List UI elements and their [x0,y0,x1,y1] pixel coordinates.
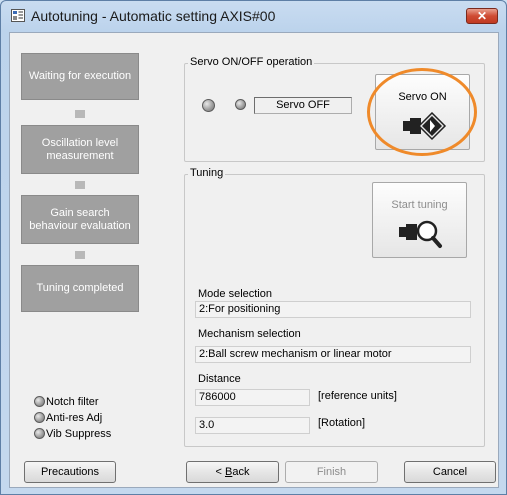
cancel-button[interactable]: Cancel [404,461,496,483]
step-connector [75,251,85,259]
vib-suppress-led [34,427,45,439]
start-tuning-button[interactable]: Start tuning [372,182,467,258]
servo-status-led-2 [235,99,246,110]
autotuning-window: Autotuning - Automatic setting AXIS#00 ✕… [0,0,507,495]
step-label: Oscillation level measurement [41,136,119,162]
servo-status-led [202,99,215,112]
servo-status-field: Servo OFF [254,97,352,114]
tuning-group-title: Tuning [188,167,226,179]
servo-on-icon [403,112,447,141]
step-connector [75,110,85,118]
distance-field: 786000 [195,389,310,406]
mechanism-selection-field: 2:Ball screw mechanism or linear motor [195,346,471,363]
rotation-field: 3.0 [195,417,310,434]
step-oscillation-level-measurement: Oscillation level measurement [21,125,139,174]
mode-selection-label: Mode selection [198,288,272,300]
start-tuning-label: Start tuning [391,199,448,211]
indicator-label: Notch filter [46,396,99,408]
step-label: Waiting for execution [28,70,132,82]
app-icon [11,9,25,22]
step-label: Tuning completed [36,282,124,294]
mechanism-selection-label: Mechanism selection [198,328,301,340]
indicator-anti-res-adj: Anti-res Adj [34,411,103,424]
rotation-unit-label: [Rotation] [318,417,366,429]
step-tuning-completed: Tuning completed [21,265,139,312]
distance-label: Distance [198,373,241,385]
close-button[interactable]: ✕ [466,8,498,24]
title-bar: Autotuning - Automatic setting AXIS#00 ✕ [1,1,506,31]
finish-button[interactable]: Finish [285,461,378,483]
step-label: Gain search behaviour evaluation [29,206,131,232]
servo-on-button[interactable]: Servo ON [375,74,470,150]
mode-selection-field: 2:For positioning [195,301,471,318]
anti-res-adj-led [34,411,45,423]
back-button[interactable]: < Back [186,461,279,483]
servo-on-label: Servo ON [398,91,447,103]
magnifier-icon [399,220,442,248]
indicator-vib-suppress: Vib Suppress [34,427,112,440]
indicator-notch-filter: Notch filter [34,395,99,408]
back-prefix: < [215,466,225,478]
back-rest: ack [232,466,250,478]
step-connector [75,181,85,189]
distance-unit-label: [reference units] [318,390,397,402]
precautions-button[interactable]: Precautions [24,461,116,483]
indicator-label: Vib Suppress [46,428,112,440]
step-waiting-for-execution: Waiting for execution [21,53,139,100]
indicator-label: Anti-res Adj [46,412,103,424]
servo-group-title: Servo ON/OFF operation [188,56,315,68]
notch-filter-led [34,395,45,407]
window-title: Autotuning - Automatic setting AXIS#00 [31,8,276,24]
step-gain-search-behaviour-evaluation: Gain search behaviour evaluation [21,195,139,244]
